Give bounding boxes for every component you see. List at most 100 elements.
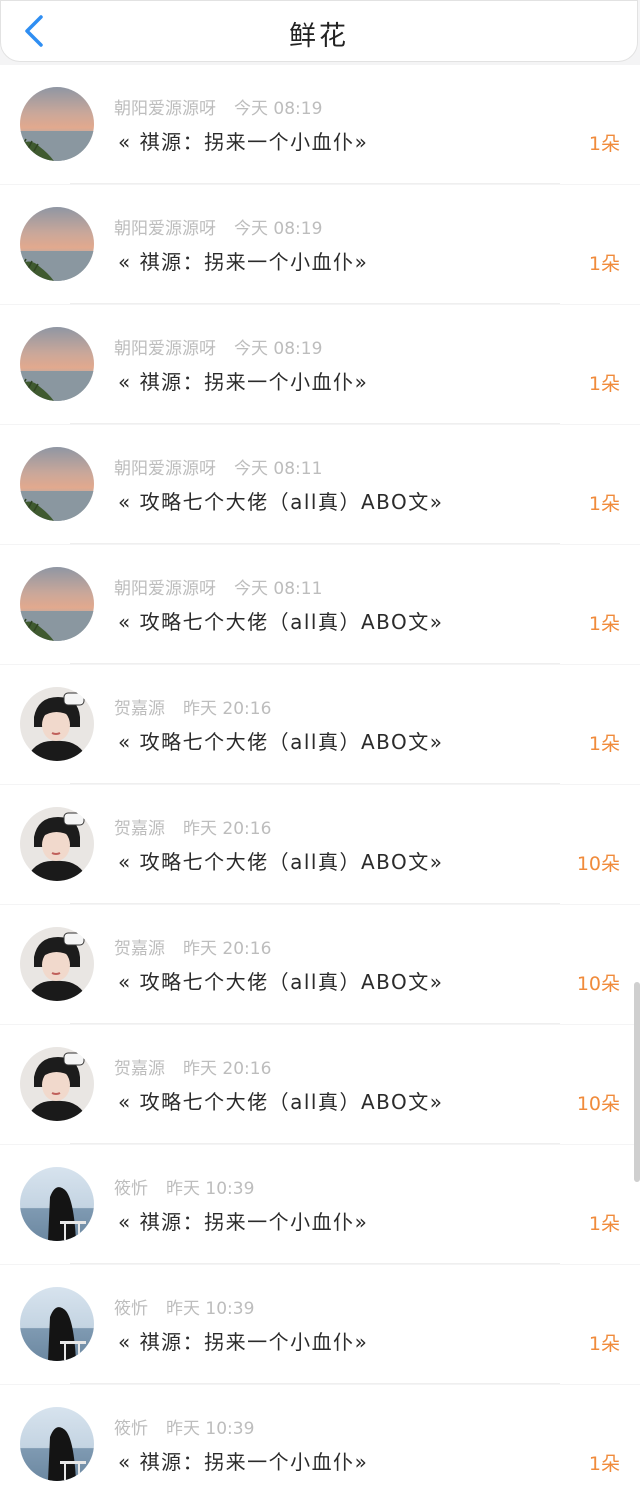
timestamp: 昨天 20:16	[183, 939, 272, 959]
work-title[interactable]: « 祺源：拐来一个小血仆»	[118, 1206, 368, 1235]
list-item[interactable]: 贺嘉源 昨天 20:16 « 攻略七个大佬（all真）ABO文» 1朵	[0, 665, 640, 784]
list-item[interactable]: 筱忻 昨天 10:39 « 祺源：拐来一个小血仆» 1朵	[0, 1265, 640, 1384]
sunset-avatar-image	[20, 87, 94, 161]
timestamp: 今天 08:19	[234, 339, 323, 359]
item-meta: 贺嘉源 昨天 20:16	[114, 814, 271, 839]
username[interactable]: 贺嘉源	[114, 1059, 165, 1079]
work-title[interactable]: « 攻略七个大佬（all真）ABO文»	[118, 966, 444, 995]
list-item[interactable]: 朝阳爱源源呀 今天 08:19 « 祺源：拐来一个小血仆» 1朵	[0, 185, 640, 304]
avatar[interactable]	[20, 927, 94, 1001]
avatar[interactable]	[20, 567, 94, 641]
work-title[interactable]: « 祺源：拐来一个小血仆»	[118, 1446, 368, 1475]
flower-count: 1朵	[588, 1333, 620, 1355]
avatar[interactable]	[20, 1287, 94, 1361]
work-title[interactable]: « 祺源：拐来一个小血仆»	[118, 366, 368, 395]
username[interactable]: 朝阳爱源源呀	[114, 99, 216, 119]
avatar[interactable]	[20, 327, 94, 401]
item-meta: 朝阳爱源源呀 今天 08:11	[114, 454, 322, 479]
list-item[interactable]: 贺嘉源 昨天 20:16 « 攻略七个大佬（all真）ABO文» 10朵	[0, 905, 640, 1024]
scrollbar[interactable]	[634, 982, 640, 1182]
list-item[interactable]: 朝阳爱源源呀 今天 08:11 « 攻略七个大佬（all真）ABO文» 1朵	[0, 425, 640, 544]
item-meta: 朝阳爱源源呀 今天 08:19	[114, 94, 322, 119]
work-title[interactable]: « 攻略七个大佬（all真）ABO文»	[118, 726, 444, 755]
username[interactable]: 筱忻	[114, 1179, 148, 1199]
timestamp: 昨天 20:16	[183, 1059, 272, 1079]
seaside-avatar-image	[20, 1167, 94, 1241]
person-avatar-image	[20, 927, 94, 1001]
item-meta: 贺嘉源 昨天 20:16	[114, 934, 271, 959]
list-item[interactable]: 朝阳爱源源呀 今天 08:19 « 祺源：拐来一个小血仆» 1朵	[0, 305, 640, 424]
username[interactable]: 贺嘉源	[114, 939, 165, 959]
timestamp: 昨天 10:39	[166, 1419, 255, 1439]
item-meta: 筱忻 昨天 10:39	[114, 1294, 254, 1319]
flower-gift-list: 朝阳爱源源呀 今天 08:19 « 祺源：拐来一个小血仆» 1朵 朝阳爱源源呀 今天…	[0, 65, 640, 1494]
avatar[interactable]	[20, 447, 94, 521]
work-title[interactable]: « 祺源：拐来一个小血仆»	[118, 246, 368, 275]
avatar[interactable]	[20, 87, 94, 161]
list-item[interactable]: 朝阳爱源源呀 今天 08:11 « 攻略七个大佬（all真）ABO文» 1朵	[0, 545, 640, 664]
list-item[interactable]: 朝阳爱源源呀 今天 08:19 « 祺源：拐来一个小血仆» 1朵	[0, 65, 640, 184]
username[interactable]: 朝阳爱源源呀	[114, 339, 216, 359]
flower-count: 1朵	[588, 133, 620, 155]
username[interactable]: 朝阳爱源源呀	[114, 459, 216, 479]
work-title[interactable]: « 攻略七个大佬（all真）ABO文»	[118, 606, 444, 635]
sunset-avatar-image	[20, 207, 94, 281]
flower-count: 1朵	[588, 253, 620, 275]
item-meta: 贺嘉源 昨天 20:16	[114, 694, 271, 719]
avatar[interactable]	[20, 207, 94, 281]
username[interactable]: 贺嘉源	[114, 819, 165, 839]
flower-count: 1朵	[588, 1213, 620, 1235]
timestamp: 今天 08:19	[234, 219, 323, 239]
item-meta: 朝阳爱源源呀 今天 08:19	[114, 214, 322, 239]
timestamp: 昨天 10:39	[166, 1299, 255, 1319]
seaside-avatar-image	[20, 1407, 94, 1481]
item-meta: 筱忻 昨天 10:39	[114, 1174, 254, 1199]
timestamp: 今天 08:11	[234, 579, 323, 599]
page-title: 鲜花	[289, 21, 349, 52]
person-avatar-image	[20, 1047, 94, 1121]
username[interactable]: 筱忻	[114, 1299, 148, 1319]
avatar[interactable]	[20, 807, 94, 881]
username[interactable]: 贺嘉源	[114, 699, 165, 719]
sunset-avatar-image	[20, 447, 94, 521]
avatar[interactable]	[20, 1407, 94, 1481]
avatar[interactable]	[20, 1047, 94, 1121]
list-item[interactable]: 筱忻 昨天 10:39 « 祺源：拐来一个小血仆» 1朵	[0, 1385, 640, 1494]
flower-count: 10朵	[576, 1093, 620, 1115]
username[interactable]: 朝阳爱源源呀	[114, 579, 216, 599]
top-nav-bar: 鲜花	[0, 0, 638, 62]
flower-count: 1朵	[588, 373, 620, 395]
avatar[interactable]	[20, 687, 94, 761]
flower-count: 10朵	[576, 973, 620, 995]
list-item[interactable]: 筱忻 昨天 10:39 « 祺源：拐来一个小血仆» 1朵	[0, 1145, 640, 1264]
flower-count: 10朵	[576, 853, 620, 875]
list-item[interactable]: 贺嘉源 昨天 20:16 « 攻略七个大佬（all真）ABO文» 10朵	[0, 1025, 640, 1144]
work-title[interactable]: « 攻略七个大佬（all真）ABO文»	[118, 846, 444, 875]
timestamp: 今天 08:11	[234, 459, 323, 479]
person-avatar-image	[20, 687, 94, 761]
work-title[interactable]: « 祺源：拐来一个小血仆»	[118, 126, 368, 155]
username[interactable]: 筱忻	[114, 1419, 148, 1439]
list-item[interactable]: 贺嘉源 昨天 20:16 « 攻略七个大佬（all真）ABO文» 10朵	[0, 785, 640, 904]
flower-count: 1朵	[588, 613, 620, 635]
work-title[interactable]: « 祺源：拐来一个小血仆»	[118, 1326, 368, 1355]
timestamp: 昨天 20:16	[183, 699, 272, 719]
person-avatar-image	[20, 807, 94, 881]
avatar[interactable]	[20, 1167, 94, 1241]
timestamp: 昨天 10:39	[166, 1179, 255, 1199]
flowers-page: 鲜花 朝阳爱源源呀 今天 08:19 « 祺源：拐来一个小血仆» 1朵 朝阳爱源源…	[0, 0, 640, 1494]
timestamp: 昨天 20:16	[183, 819, 272, 839]
work-title[interactable]: « 攻略七个大佬（all真）ABO文»	[118, 1086, 444, 1115]
seaside-avatar-image	[20, 1287, 94, 1361]
flower-count: 1朵	[588, 1453, 620, 1475]
flower-count: 1朵	[588, 733, 620, 755]
username[interactable]: 朝阳爱源源呀	[114, 219, 216, 239]
item-meta: 朝阳爱源源呀 今天 08:11	[114, 574, 322, 599]
sunset-avatar-image	[20, 567, 94, 641]
sunset-avatar-image	[20, 327, 94, 401]
item-meta: 筱忻 昨天 10:39	[114, 1414, 254, 1439]
item-meta: 贺嘉源 昨天 20:16	[114, 1054, 271, 1079]
timestamp: 今天 08:19	[234, 99, 323, 119]
item-meta: 朝阳爱源源呀 今天 08:19	[114, 334, 322, 359]
work-title[interactable]: « 攻略七个大佬（all真）ABO文»	[118, 486, 444, 515]
